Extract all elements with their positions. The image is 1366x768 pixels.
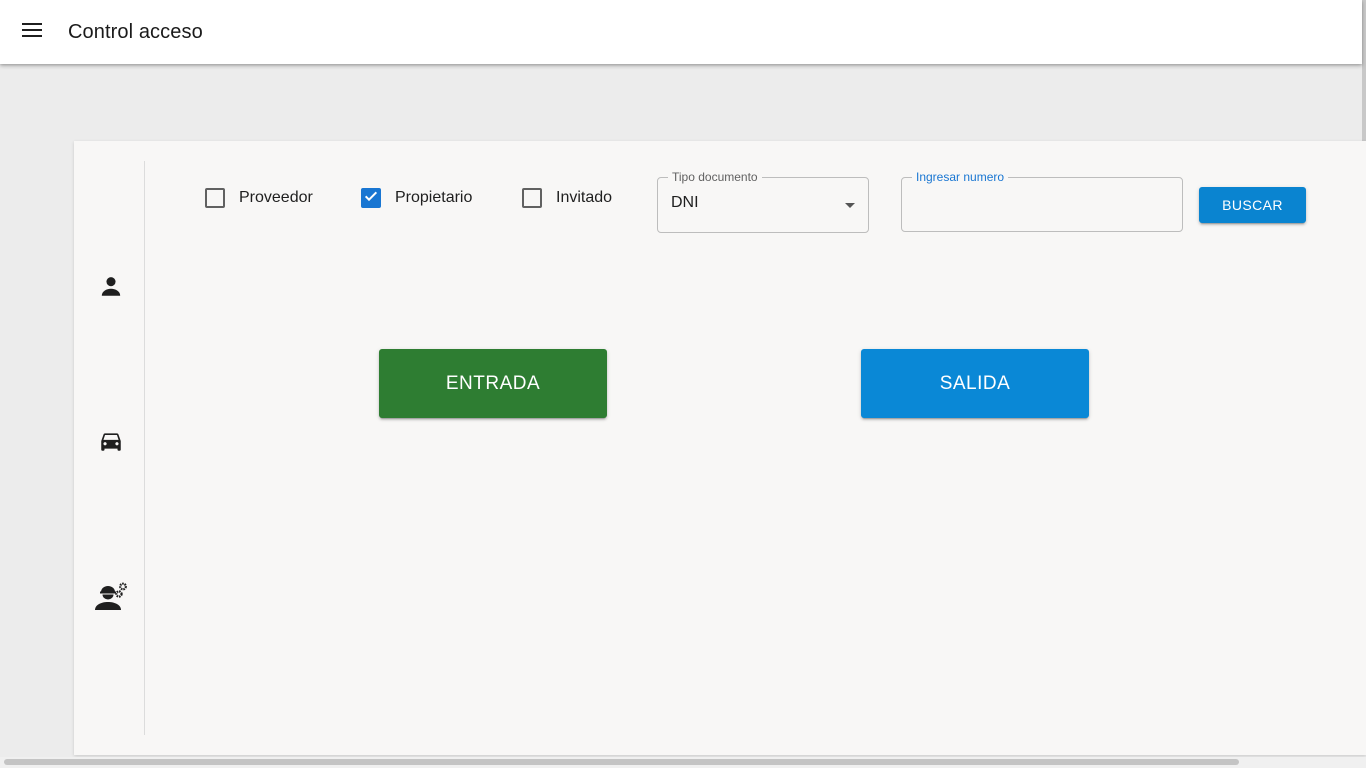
- doc-type-label: Tipo documento: [668, 169, 762, 185]
- engineer-icon: [94, 581, 128, 616]
- car-icon: [97, 428, 125, 459]
- dropdown-arrow-icon: [845, 203, 855, 208]
- checkbox-invitado[interactable]: Invitado: [522, 188, 612, 208]
- checkbox-label: Invitado: [556, 189, 613, 206]
- menu-icon: [22, 22, 42, 42]
- checkbox-box[interactable]: [361, 188, 381, 208]
- doc-type-value: DNI: [671, 194, 699, 211]
- person-icon: [98, 273, 124, 304]
- rail-item-engineer[interactable]: [92, 579, 130, 617]
- number-field[interactable]: Ingresar numero: [901, 169, 1183, 232]
- checkbox-proveedor[interactable]: Proveedor: [205, 188, 313, 208]
- side-rail: [74, 161, 145, 735]
- rail-item-person[interactable]: [92, 269, 130, 307]
- doc-type-select[interactable]: Tipo documento DNI: [657, 169, 869, 233]
- number-label: Ingresar numero: [912, 169, 1009, 185]
- check-icon: [363, 188, 379, 209]
- menu-button[interactable]: [8, 8, 56, 56]
- horizontal-scrollbar[interactable]: [0, 757, 1366, 768]
- app-bar: Control acceso: [0, 0, 1362, 64]
- checkbox-box[interactable]: [205, 188, 225, 208]
- main-card: Proveedor Propietario Invitado Tipo docu…: [74, 141, 1366, 755]
- checkbox-label: Proveedor: [239, 189, 313, 206]
- salida-button[interactable]: SALIDA: [861, 349, 1089, 418]
- checkbox-label: Propietario: [395, 189, 473, 206]
- entrada-button[interactable]: ENTRADA: [379, 349, 607, 418]
- checkbox-box[interactable]: [522, 188, 542, 208]
- rail-item-car[interactable]: [92, 424, 130, 462]
- checkbox-propietario[interactable]: Propietario: [361, 188, 472, 208]
- search-button[interactable]: BUSCAR: [1199, 187, 1306, 223]
- horizontal-scrollbar-thumb[interactable]: [4, 759, 1239, 765]
- app-title: Control acceso: [68, 20, 203, 43]
